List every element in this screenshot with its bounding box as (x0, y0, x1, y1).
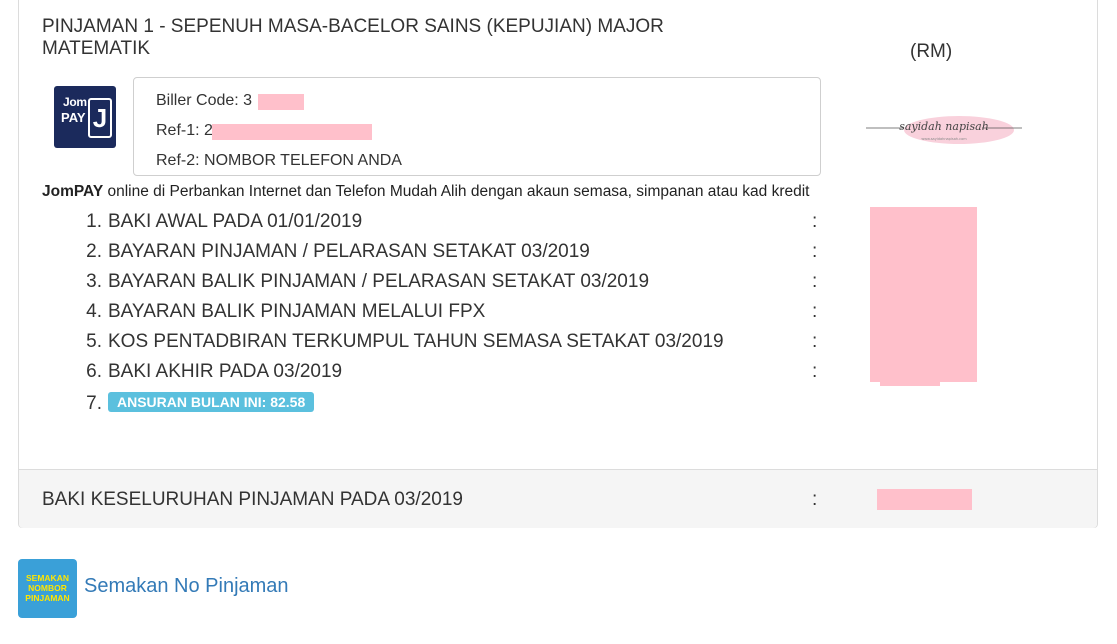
signature-text: sayidah napisah (899, 120, 989, 133)
jompay-logo-j: J (88, 98, 112, 138)
total-balance-redaction (877, 489, 972, 510)
item-2-num: 2. (86, 241, 102, 262)
loan-title: PINJAMAN 1 - SEPENUH MASA-BACELOR SAINS … (42, 16, 664, 59)
biller-code-redaction (258, 94, 304, 110)
item-3-colon: : (812, 271, 818, 292)
currency-label: (RM) (910, 41, 953, 62)
jompay-description: JomPAY online di Perbankan Internet dan … (42, 183, 809, 201)
loan-panel: PINJAMAN 1 - SEPENUH MASA-BACELOR SAINS … (18, 0, 1098, 528)
item-4-num: 4. (86, 301, 102, 322)
jompay-logo-jom: Jom (63, 95, 87, 109)
item-6-label: BAKI AKHIR PADA 03/2019 (108, 361, 343, 382)
semakan-pinjaman-icon[interactable]: SEMAKAN NOMBOR PINJAMAN (18, 559, 77, 618)
total-balance-footer: BAKI KESELURUHAN PINJAMAN PADA 03/2019 : (19, 469, 1097, 528)
biller-info-box: Biller Code: 3 Ref-1: 2 Ref-2: NOMBOR TE… (133, 77, 821, 176)
total-balance-colon: : (812, 489, 818, 510)
item-6-colon: : (812, 361, 818, 382)
item-5-label: KOS PENTADBIRAN TERKUMPUL TAHUN SEMASA S… (108, 331, 724, 352)
item-4-label: BAYARAN BALIK PINJAMAN MELALUI FPX (108, 301, 486, 322)
jompay-logo: Jom PAY J (54, 86, 116, 148)
item-3: 3. BAYARAN BALIK PINJAMAN / PELARASAN SET… (76, 271, 649, 293)
item-1-colon: : (812, 211, 818, 232)
item-1: 1. BAKI AWAL PADA 01/01/2019 (76, 211, 362, 233)
item-6: 6. BAKI AKHIR PADA 03/2019 (76, 361, 342, 383)
semakan-icon-line1: SEMAKAN (26, 573, 69, 583)
signature-image: sayidah napisah www.sayidahnapisah.com (866, 116, 1022, 144)
item-2-colon: : (812, 241, 818, 262)
item-2: 2. BAYARAN PINJAMAN / PELARASAN SETAKAT 0… (76, 241, 590, 263)
item-1-num: 1. (86, 211, 102, 232)
signature-subtext: www.sayidahnapisah.com (921, 137, 967, 141)
item-6-num: 6. (86, 361, 102, 382)
item-1-label: BAKI AWAL PADA 01/01/2019 (108, 211, 363, 232)
item-3-label: BAYARAN BALIK PINJAMAN / PELARASAN SETAK… (108, 271, 650, 292)
item-5-colon: : (812, 331, 818, 352)
ref1: Ref-1: 2 (156, 122, 213, 139)
item-2-label: BAYARAN PINJAMAN / PELARASAN SETAKAT 03/… (108, 241, 590, 262)
item-7: 7. ANSURAN BULAN INI: 82.58 (76, 392, 315, 415)
ref2: Ref-2: NOMBOR TELEFON ANDA (156, 152, 402, 169)
semakan-icon-line3: PINJAMAN (25, 593, 70, 603)
amounts-redaction-tail (880, 380, 940, 386)
semakan-pinjaman-link[interactable]: Semakan No Pinjaman (84, 575, 289, 598)
installment-badge: ANSURAN BULAN INI: 82.58 (108, 392, 315, 412)
jompay-logo-pay: PAY (61, 110, 86, 125)
item-7-num: 7. (86, 393, 102, 414)
semakan-icon-line2: NOMBOR (28, 583, 67, 593)
biller-code: Biller Code: 3 (156, 92, 253, 109)
item-5-num: 5. (86, 331, 102, 352)
item-4-colon: : (812, 301, 818, 322)
item-3-num: 3. (86, 271, 102, 292)
jompay-desc-brand: JomPAY (42, 183, 104, 200)
ref1-redaction (212, 124, 372, 140)
item-5: 5. KOS PENTADBIRAN TERKUMPUL TAHUN SEMASA… (76, 331, 724, 353)
total-balance-label: BAKI KESELURUHAN PINJAMAN PADA 03/2019 (42, 489, 463, 510)
jompay-desc-text: online di Perbankan Internet dan Telefon… (103, 183, 810, 200)
item-4: 4. BAYARAN BALIK PINJAMAN MELALUI FPX (76, 301, 485, 323)
amounts-redaction (870, 207, 977, 382)
